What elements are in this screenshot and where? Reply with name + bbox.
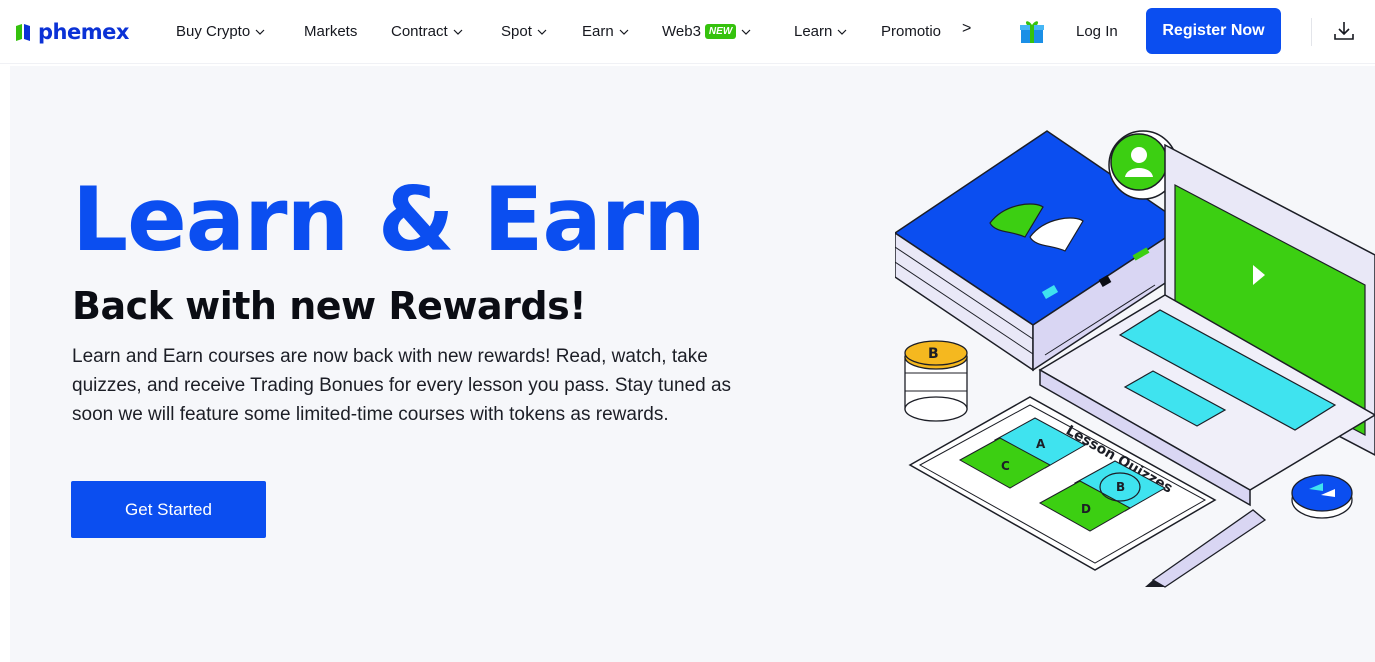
new-badge: NEW xyxy=(704,24,737,39)
phemex-logo[interactable]: phemex xyxy=(14,18,129,46)
chevron-down-icon xyxy=(537,29,547,35)
chevron-down-icon xyxy=(255,29,265,35)
nav-label: Contract xyxy=(391,23,448,40)
nav-divider xyxy=(1311,18,1312,46)
svg-text:B: B xyxy=(928,346,939,362)
hero-title: Learn & Earn xyxy=(72,168,706,271)
nav-scroll-right-button[interactable]: > xyxy=(962,20,971,38)
top-navbar: phemex Buy Crypto Markets Contract Spot … xyxy=(0,0,1375,64)
gift-icon[interactable] xyxy=(1019,19,1045,45)
nav-contract[interactable]: Contract xyxy=(391,23,463,40)
register-now-button[interactable]: Register Now xyxy=(1146,8,1281,54)
chevron-down-icon xyxy=(741,29,751,35)
quiz-option-d: D xyxy=(1081,502,1091,516)
nav-label: Learn xyxy=(794,23,833,40)
logo-mark-icon xyxy=(16,24,30,41)
hero-subtitle: Back with new Rewards! xyxy=(72,284,587,328)
login-link[interactable]: Log In xyxy=(1076,23,1118,40)
nav-markets[interactable]: Markets xyxy=(304,23,357,40)
quiz-option-a: A xyxy=(1036,437,1046,451)
quiz-option-b: B xyxy=(1116,480,1125,494)
download-icon[interactable] xyxy=(1333,20,1355,42)
bitcoin-coin-stack-icon: B xyxy=(904,340,968,422)
chevron-down-icon xyxy=(453,29,463,35)
chevron-down-icon xyxy=(837,29,847,35)
nav-label: Markets xyxy=(304,23,358,40)
nav-web3[interactable]: Web3 NEW xyxy=(662,23,751,40)
nav-label: Spot xyxy=(501,23,532,40)
hero-description: Learn and Earn courses are now back with… xyxy=(72,346,732,425)
quiz-option-c: C xyxy=(1001,459,1010,473)
nav-label: Buy Crypto xyxy=(176,23,251,40)
nav-label: Earn xyxy=(582,23,614,40)
learn-earn-illustration: B Lesson Quizzes A B C D xyxy=(895,130,1375,588)
nav-promotions[interactable]: Promotio xyxy=(881,23,941,40)
nav-label: Promotio xyxy=(881,23,942,40)
chevron-right-icon: > xyxy=(962,20,972,37)
chevron-down-icon xyxy=(619,29,629,35)
brand-name: phemex xyxy=(38,20,129,44)
phemex-coin-icon xyxy=(1291,474,1353,519)
nav-label: Web3 xyxy=(662,23,701,40)
nav-learn[interactable]: Learn xyxy=(794,23,847,40)
nav-buy-crypto[interactable]: Buy Crypto xyxy=(176,23,265,40)
get-started-button[interactable]: Get Started xyxy=(71,481,266,538)
nav-spot[interactable]: Spot xyxy=(501,23,547,40)
nav-earn[interactable]: Earn xyxy=(582,23,629,40)
